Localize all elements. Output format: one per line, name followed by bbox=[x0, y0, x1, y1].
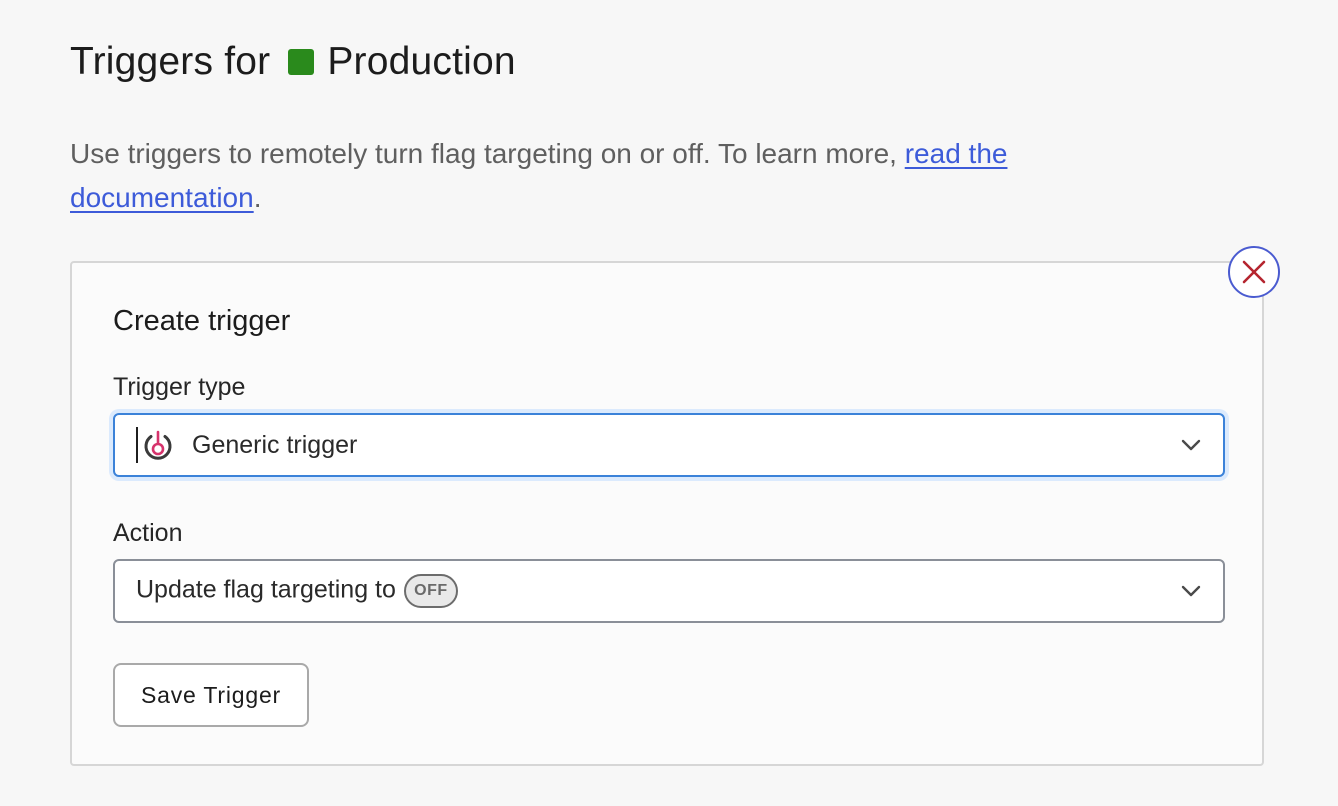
triggers-page: Triggers for Production Use triggers to … bbox=[0, 0, 1338, 806]
description-text: Use triggers to remotely turn flag targe… bbox=[70, 138, 905, 169]
environment-name: Production bbox=[327, 40, 516, 83]
environment-color-swatch bbox=[288, 49, 315, 75]
close-button[interactable] bbox=[1228, 246, 1280, 298]
chevron-down-icon bbox=[1181, 439, 1201, 451]
trigger-type-label: Trigger type bbox=[113, 373, 246, 401]
trigger-type-select[interactable]: Generic trigger bbox=[113, 413, 1225, 477]
close-icon bbox=[1242, 260, 1266, 284]
action-select[interactable]: Update flag targeting to OFF bbox=[113, 559, 1225, 623]
page-title-prefix: Triggers for bbox=[70, 40, 271, 83]
description-suffix: . bbox=[253, 182, 262, 213]
action-value: Update flag targeting to OFF bbox=[136, 574, 458, 608]
chevron-down-icon bbox=[1181, 585, 1201, 597]
trigger-type-value: Generic trigger bbox=[192, 430, 358, 459]
action-label: Action bbox=[113, 519, 183, 547]
action-value-text: Update flag targeting to bbox=[136, 575, 396, 604]
generic-trigger-icon bbox=[144, 430, 172, 460]
off-badge: OFF bbox=[403, 574, 458, 608]
create-trigger-panel: Create trigger Trigger type Generic trig… bbox=[70, 261, 1264, 766]
page-title: Triggers for Production bbox=[70, 36, 516, 88]
save-trigger-button[interactable]: Save Trigger bbox=[113, 663, 309, 727]
create-trigger-title: Create trigger bbox=[113, 305, 291, 337]
text-cursor bbox=[136, 427, 138, 463]
triggers-description: Use triggers to remotely turn flag targe… bbox=[70, 132, 1190, 220]
